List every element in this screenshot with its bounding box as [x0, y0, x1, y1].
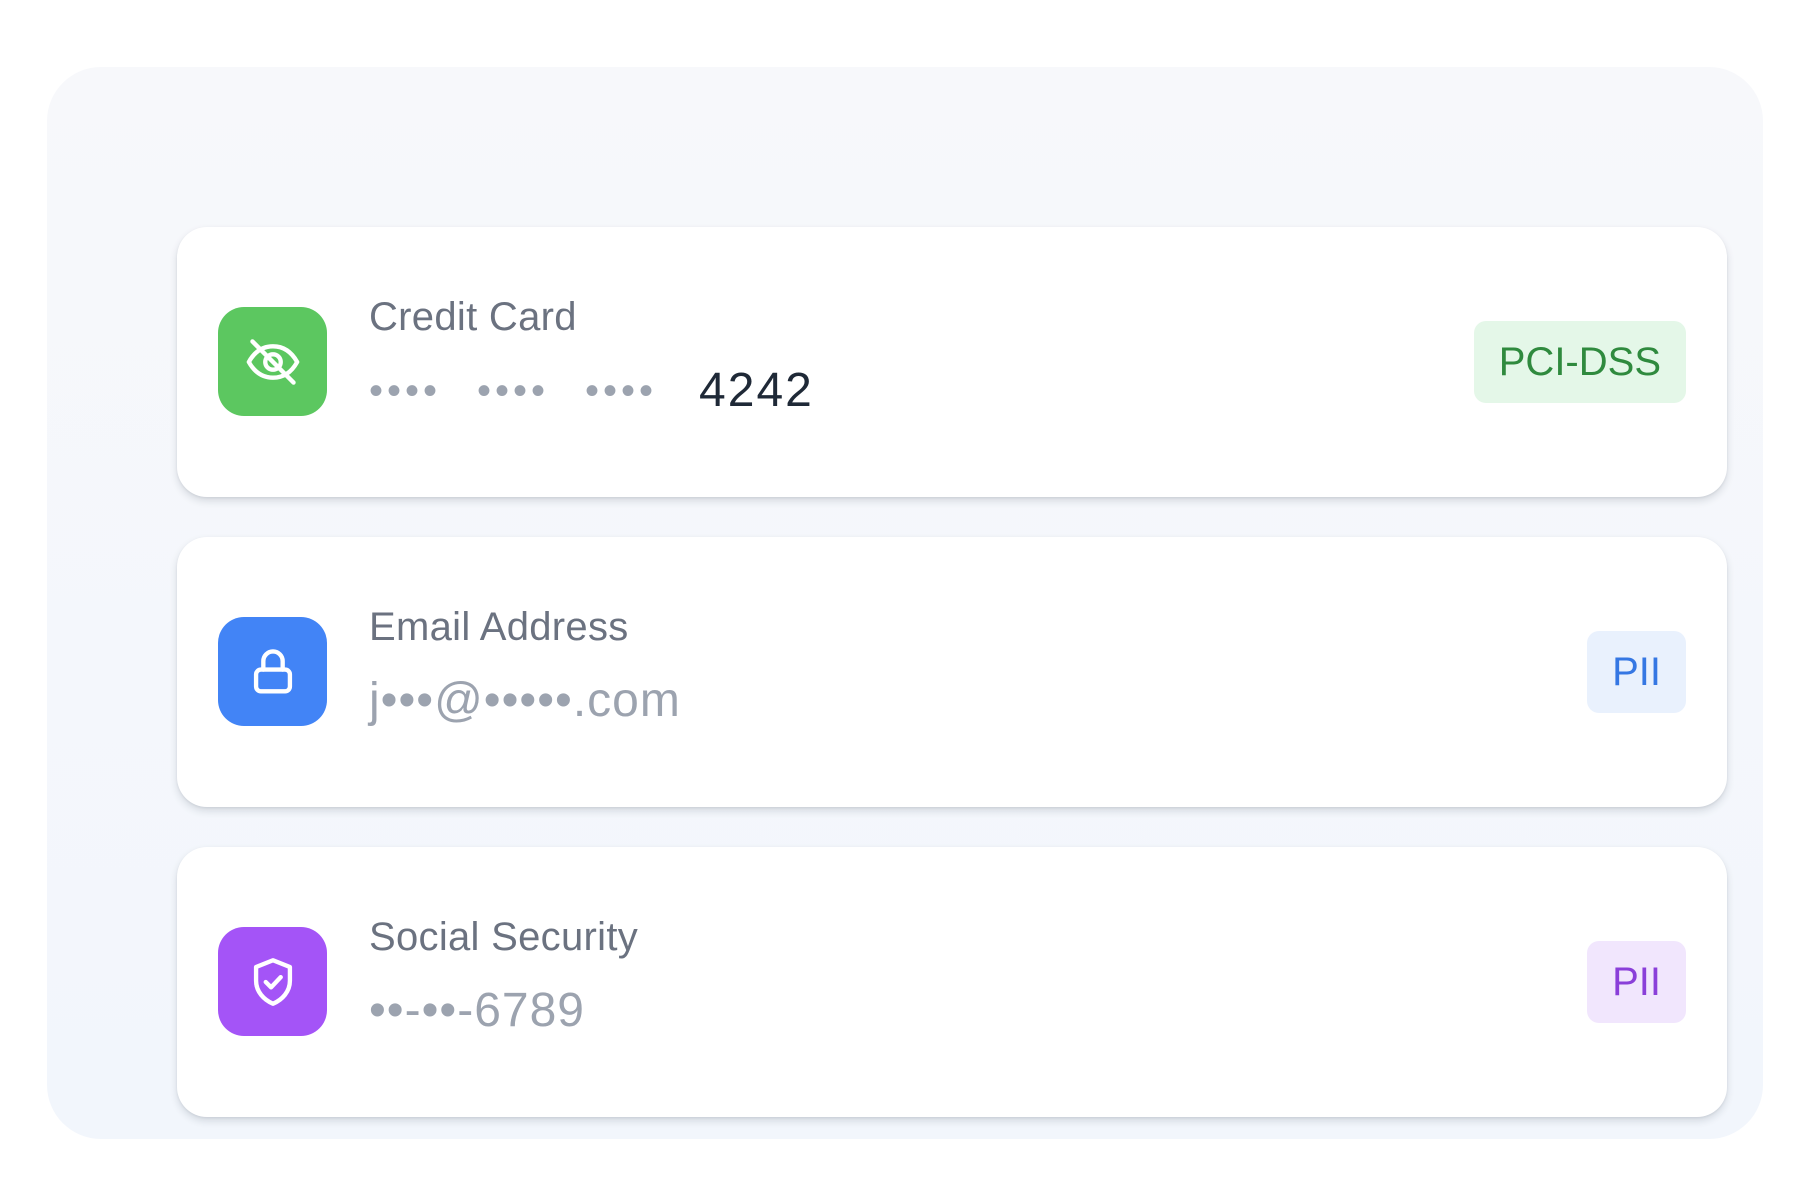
shield-check-icon [253, 957, 292, 1006]
credit-card-last-four: 4242 [699, 364, 814, 417]
pii-badge: PII [1587, 941, 1686, 1023]
ssn-label: Social Security [369, 915, 639, 959]
eye-off-icon [246, 338, 299, 385]
pci-dss-badge: PCI-DSS [1473, 321, 1686, 403]
credit-card-field-card: Credit Card •••• •••• •••• 4242 PCI-DSS [177, 227, 1727, 497]
masked-digits-group: •••• [585, 369, 658, 413]
credit-card-value: •••• •••• •••• 4242 [369, 367, 814, 415]
masked-digits-group: •••• [477, 369, 550, 413]
lock-icon [253, 648, 292, 694]
sensitive-data-panel: Credit Card •••• •••• •••• 4242 PCI-DSS … [47, 67, 1763, 1139]
masked-digits-group: •••• [369, 369, 442, 413]
email-icon-tile [218, 617, 327, 726]
ssn-field-card: Social Security ••-••-6789 PII [177, 847, 1727, 1117]
email-field-card: Email Address j•••@•••••.com PII [177, 537, 1727, 807]
ssn-icon-tile [218, 927, 327, 1036]
ssn-masked-value: ••-••-6789 [369, 984, 585, 1037]
credit-card-label: Credit Card [369, 295, 577, 339]
pii-badge: PII [1587, 631, 1686, 713]
credit-card-icon-tile [218, 307, 327, 416]
email-masked-value: j•••@•••••.com [369, 674, 681, 727]
email-label: Email Address [369, 605, 629, 649]
